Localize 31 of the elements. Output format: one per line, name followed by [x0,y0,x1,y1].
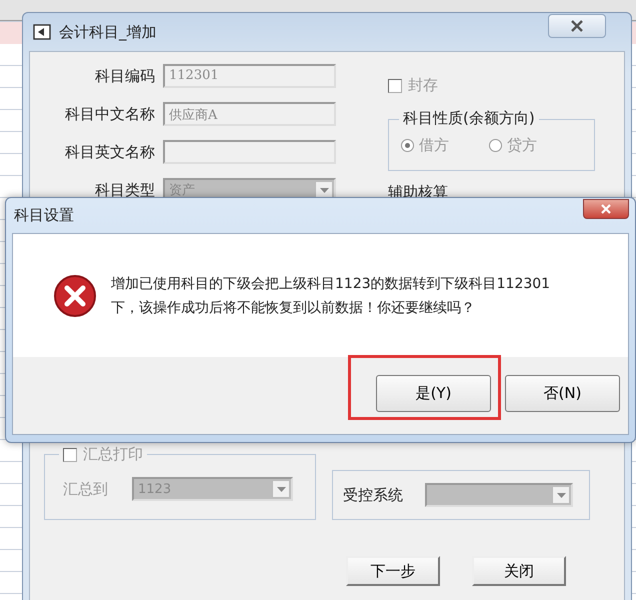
error-icon [53,274,97,318]
input-field[interactable]: 112301 [163,64,336,88]
dropdown-field[interactable] [425,483,573,507]
input-field[interactable] [163,140,336,164]
close-icon [600,204,612,214]
caret-icon [320,188,328,192]
field-label: 受控系统 [343,486,403,504]
radio-button[interactable]: 贷方 [489,136,537,155]
field-label: 科目编码 [94,66,155,86]
checkbox[interactable]: 汇总打印 [59,445,147,464]
field-label: 汇总到 [63,480,108,498]
window-title: 会计科目_增加 [59,22,156,42]
caret-icon [276,486,286,492]
field-label: 科目英文名称 [64,142,155,162]
field-label: 科目中文名称 [64,104,155,124]
field-label: 科目类型 [94,180,155,200]
dialog-button[interactable]: 下一步 [346,556,440,586]
close-icon [569,20,585,32]
message-text: 增加已使用科目的下级会把上级科目1123的数据转到下级科目112301 下，该操作成功后将不能恢复到以前数据！你还要继续吗？ [111,274,550,318]
close-button[interactable] [548,14,606,38]
dialog-button[interactable]: 否(N) [505,375,620,412]
close-button[interactable] [583,198,629,218]
window-icon [33,24,51,40]
dialog-button[interactable]: 关闭 [472,556,566,586]
dialog-title: 科目设置 [14,206,74,225]
group-title: 科目性质(余额方向) [399,109,539,128]
checkbox[interactable]: 封存 [388,76,624,95]
input-field[interactable]: 供应商A [163,102,336,126]
dialog-button[interactable]: 是(Y) [376,375,491,412]
caret-icon [556,492,566,498]
radio-button[interactable]: 借方 [401,136,449,155]
